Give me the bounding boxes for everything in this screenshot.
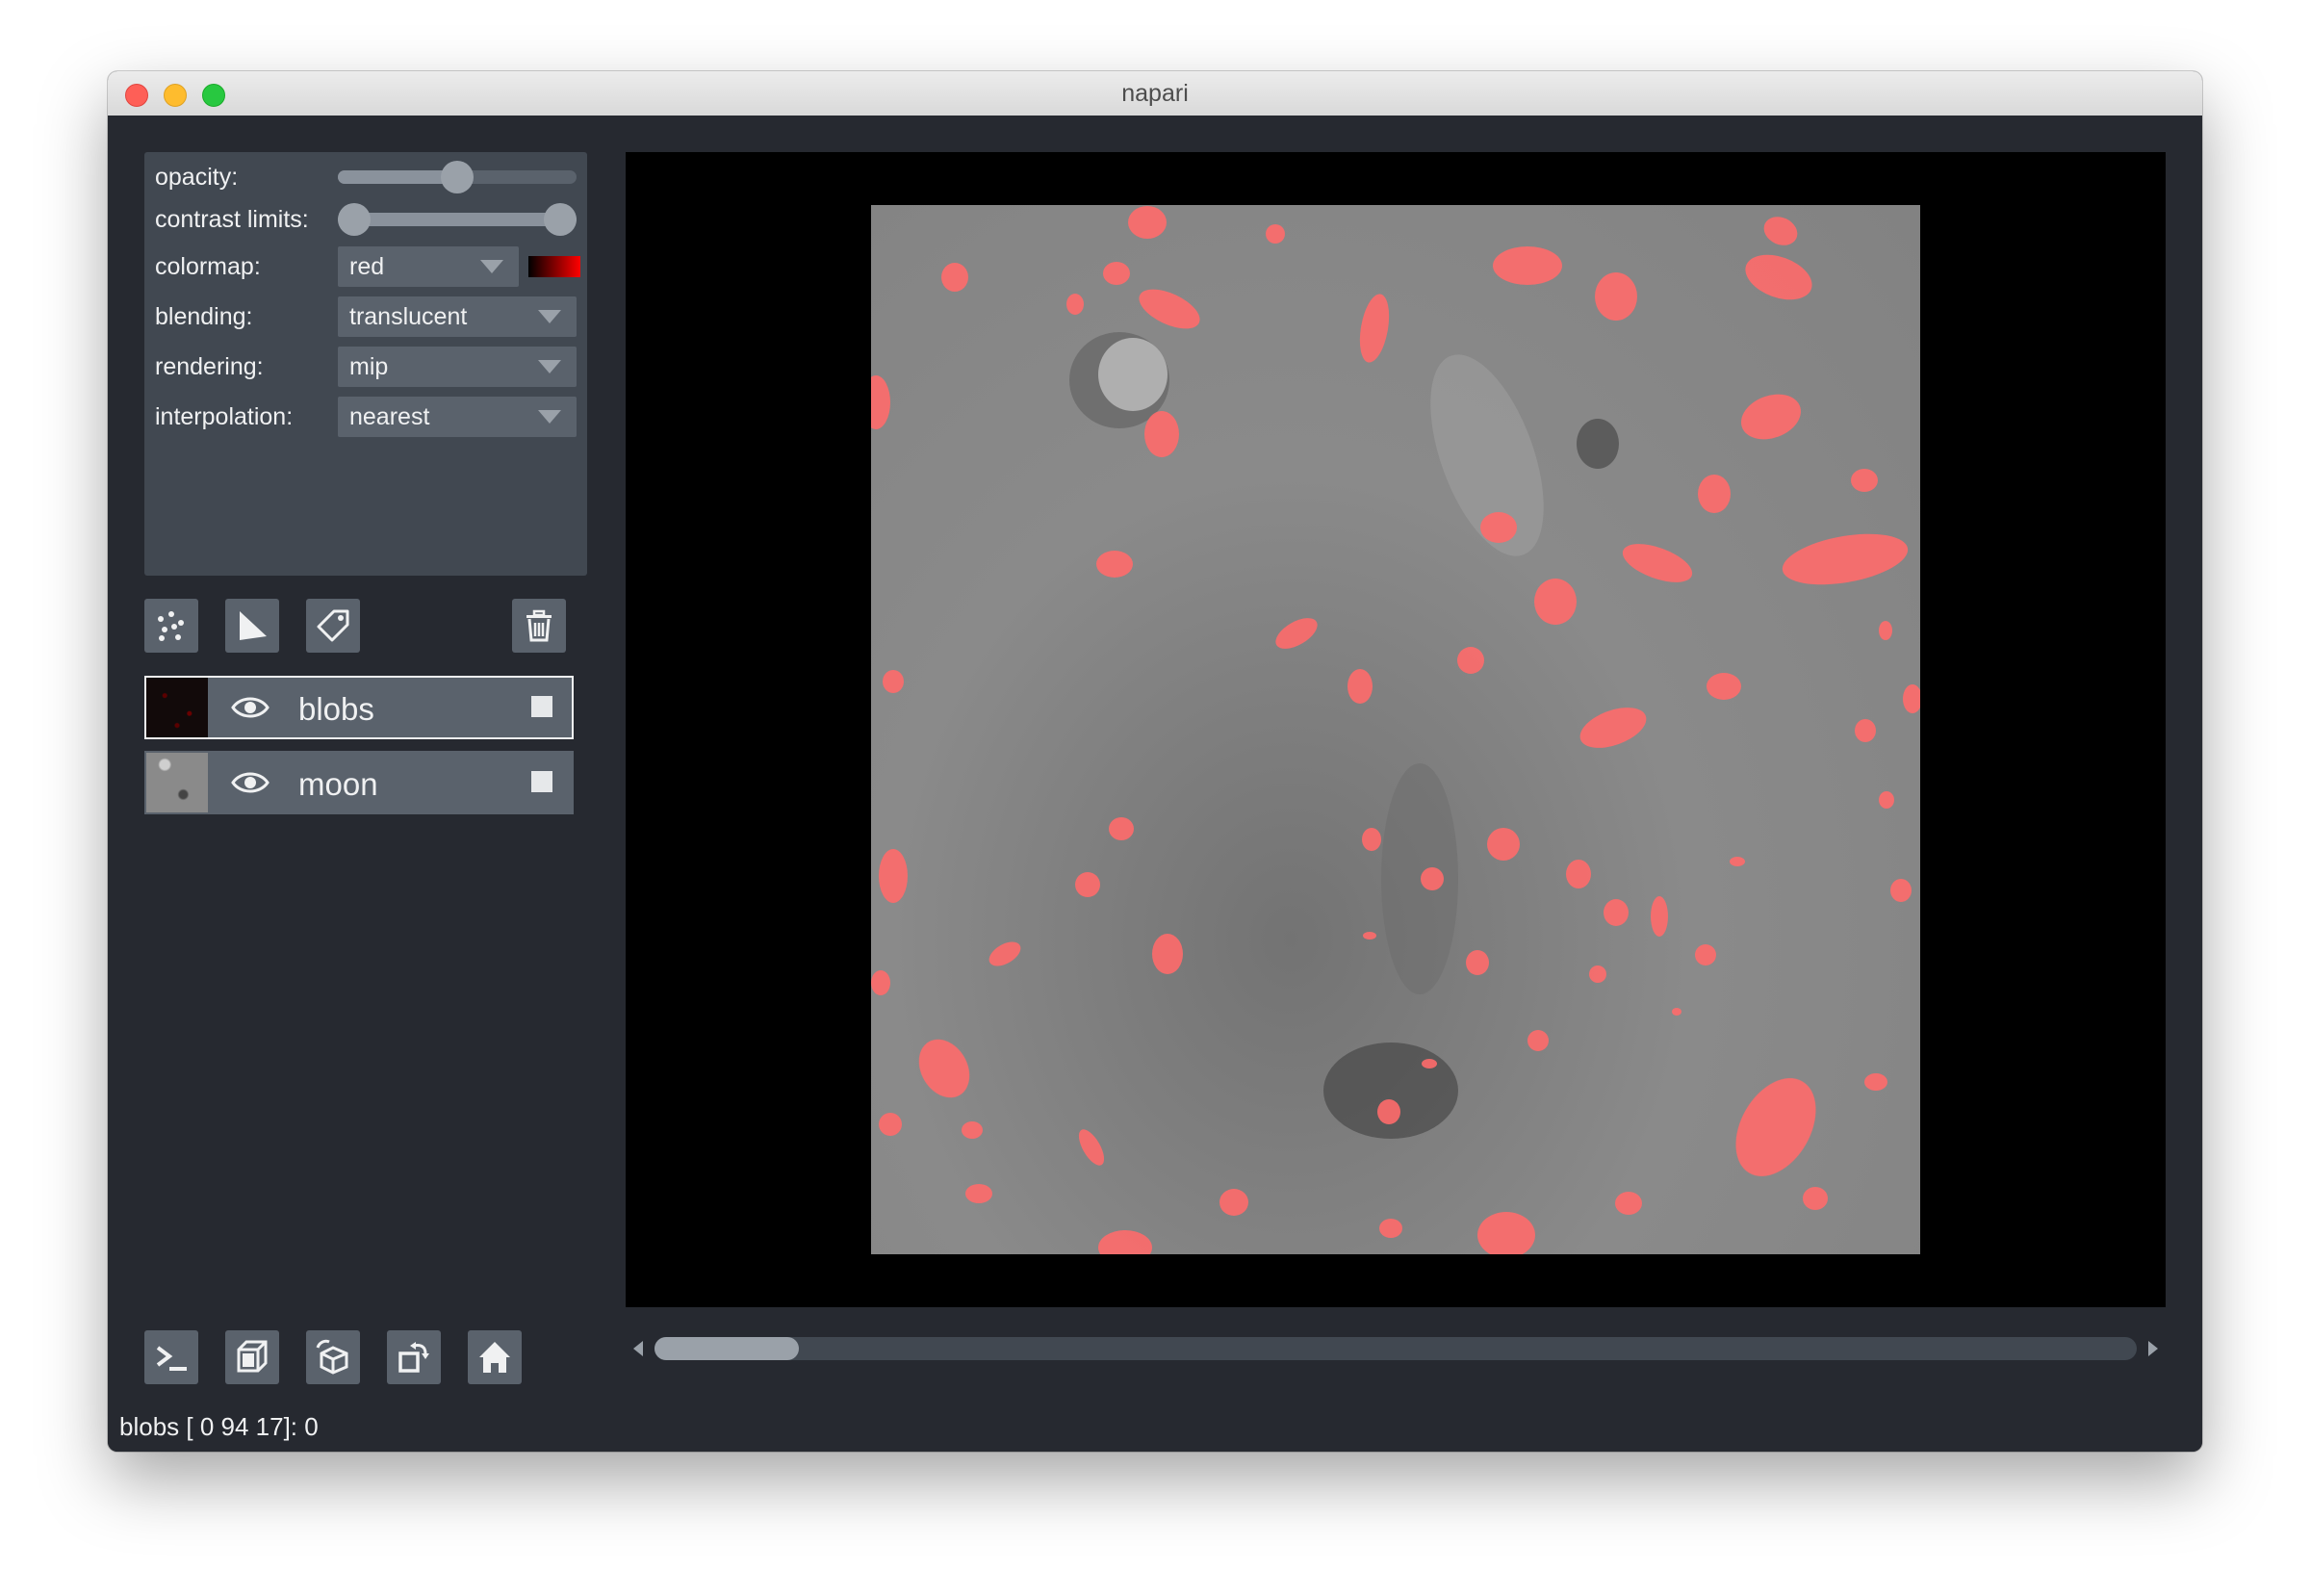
colormap-row: colormap: red <box>155 246 580 287</box>
layer-item-blobs[interactable]: blobs <box>144 676 574 739</box>
layer-item-moon[interactable]: moon <box>144 751 574 814</box>
interpolation-value: nearest <box>349 402 430 430</box>
chevron-down-icon <box>538 360 561 373</box>
status-bar: blobs [ 0 94 17]: 0 <box>119 1412 319 1441</box>
contrast-limits-row: contrast limits: <box>155 200 578 239</box>
dims-slider-track[interactable] <box>654 1337 2137 1360</box>
ndisplay-icon <box>237 1340 268 1373</box>
contrast-max-handle[interactable] <box>544 203 577 236</box>
window-title: napari <box>1121 79 1189 107</box>
delete-layer-icon <box>526 609 552 642</box>
home-button[interactable] <box>468 1330 522 1384</box>
interpolation-row: interpolation: nearest <box>155 397 578 437</box>
rendering-value: mip <box>349 352 389 380</box>
delete-layer-button[interactable] <box>512 599 566 653</box>
opacity-slider[interactable] <box>338 161 577 193</box>
colormap-dropdown[interactable]: red <box>338 246 519 287</box>
layer-name-moon: moon <box>298 766 378 802</box>
contrast-min-handle[interactable] <box>338 203 371 236</box>
layer-select-checkbox[interactable] <box>531 696 552 717</box>
blending-label: blending: <box>155 302 253 330</box>
scroll-right-arrow-icon[interactable] <box>2148 1341 2158 1356</box>
transpose-button[interactable] <box>387 1330 441 1384</box>
transpose-icon <box>398 1342 429 1373</box>
opacity-row: opacity: <box>155 158 578 196</box>
dims-slider-handle[interactable] <box>654 1337 799 1360</box>
colormap-preview <box>528 256 580 277</box>
napari-window: napari opacity: contrast limits: colorma… <box>108 71 2202 1452</box>
close-window-button[interactable] <box>125 84 148 107</box>
blending-dropdown[interactable]: translucent <box>338 296 577 337</box>
ndisplay-button[interactable] <box>225 1330 279 1384</box>
layer-controls-panel: opacity: contrast limits: colormap: red <box>144 152 587 576</box>
opacity-label: opacity: <box>155 163 239 191</box>
new-shapes-icon <box>240 611 267 640</box>
blobs-overlay <box>871 206 1920 1254</box>
console-button[interactable] <box>144 1330 198 1384</box>
minimize-window-button[interactable] <box>164 84 187 107</box>
colormap-value: red <box>349 252 385 280</box>
contrast-limits-slider[interactable] <box>338 203 577 236</box>
layer-select-checkbox[interactable] <box>531 771 552 792</box>
colormap-label: colormap: <box>155 252 261 280</box>
dims-slider[interactable] <box>626 1334 2166 1363</box>
interpolation-dropdown[interactable]: nearest <box>338 397 577 437</box>
layer-name-blobs: blobs <box>298 691 374 727</box>
new-points-button[interactable] <box>144 599 198 653</box>
chevron-down-icon <box>538 310 561 323</box>
scroll-left-arrow-icon[interactable] <box>633 1341 643 1356</box>
new-labels-button[interactable] <box>306 599 360 653</box>
layer-thumbnail-blobs <box>146 678 208 737</box>
maximize-window-button[interactable] <box>202 84 225 107</box>
main-content: opacity: contrast limits: colormap: red <box>108 116 2202 1452</box>
viewer-canvas[interactable] <box>626 152 2166 1307</box>
eye-icon[interactable] <box>231 768 270 797</box>
rendering-label: rendering: <box>155 352 264 380</box>
chevron-down-icon <box>480 260 503 273</box>
new-shapes-button[interactable] <box>225 599 279 653</box>
home-icon <box>479 1342 510 1373</box>
console-icon <box>156 1346 187 1371</box>
new-points-icon <box>158 611 184 641</box>
layer-thumbnail-moon <box>146 753 208 812</box>
roll-dims-button[interactable] <box>306 1330 360 1384</box>
interpolation-label: interpolation: <box>155 402 294 430</box>
rendering-row: rendering: mip <box>155 347 578 387</box>
title-bar: napari <box>108 71 2202 116</box>
new-labels-icon <box>317 609 349 642</box>
moon-image <box>871 205 1920 1254</box>
eye-icon[interactable] <box>231 693 270 722</box>
rendering-dropdown[interactable]: mip <box>338 347 577 387</box>
blending-value: translucent <box>349 302 468 330</box>
opacity-slider-handle[interactable] <box>441 161 474 193</box>
roll-dims-icon <box>316 1339 348 1375</box>
chevron-down-icon <box>538 410 561 424</box>
blending-row: blending: translucent <box>155 296 578 337</box>
contrast-limits-label: contrast limits: <box>155 205 309 233</box>
